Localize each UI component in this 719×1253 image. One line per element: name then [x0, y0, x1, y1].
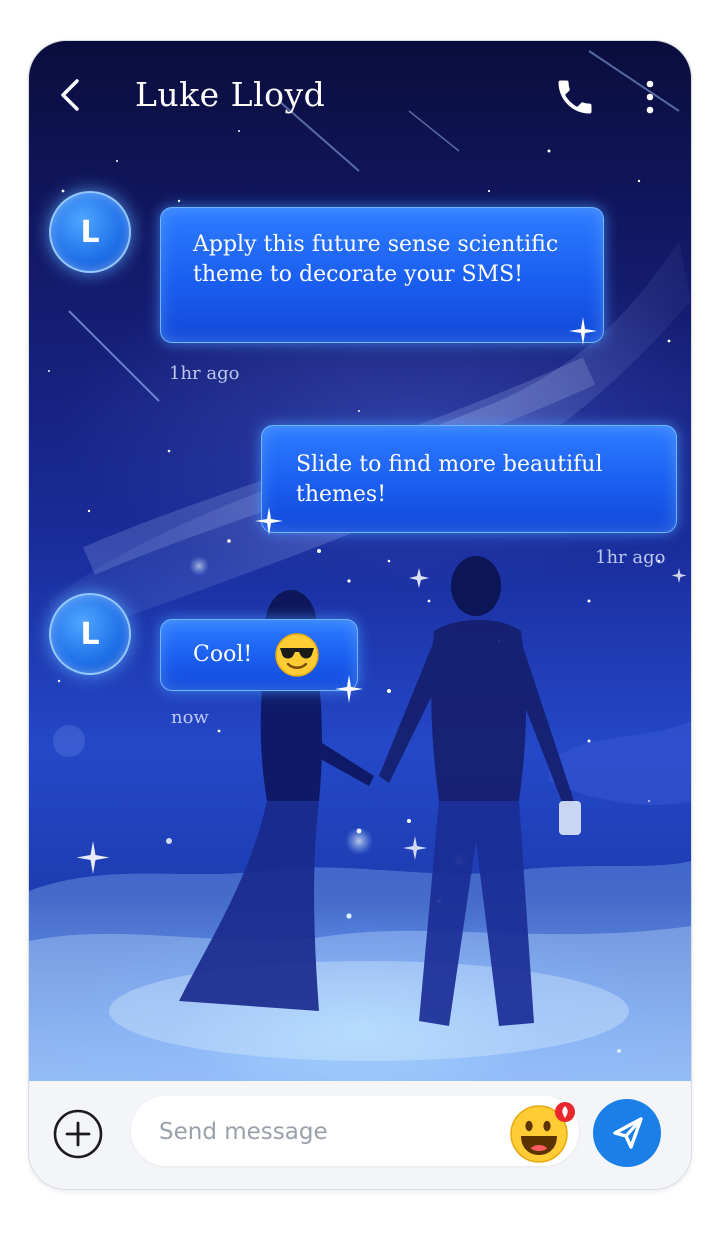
contact-name: Luke Lloyd — [135, 75, 326, 114]
message-composer — [29, 1081, 691, 1189]
chat-background: Luke Lloyd L Apply this future sense sci… — [29, 41, 691, 1081]
avatar[interactable]: L — [49, 593, 131, 675]
message-timestamp: 1hr ago — [169, 363, 240, 384]
message-bubble[interactable]: Cool! — [160, 619, 358, 691]
message-timestamp: 1hr ago — [595, 547, 666, 568]
message-bubble[interactable]: Slide to find more beautiful themes! — [261, 425, 677, 533]
chevron-left-icon[interactable] — [51, 73, 91, 117]
more-vertical-icon[interactable] — [635, 75, 665, 119]
sparkle-icon — [255, 507, 283, 535]
phone-frame: Luke Lloyd L Apply this future sense sci… — [28, 40, 692, 1190]
phone-icon[interactable] — [553, 75, 597, 119]
message-input[interactable] — [157, 1096, 491, 1168]
sparkle-icon — [569, 317, 597, 345]
message-timestamp: now — [171, 707, 209, 728]
message-text: Slide to find more beautiful themes! — [296, 452, 603, 507]
avatar[interactable]: L — [49, 191, 131, 273]
grinning-face-icon[interactable] — [509, 1100, 577, 1164]
plus-circle-icon[interactable] — [53, 1109, 103, 1159]
message-text: Apply this future sense scientific theme… — [193, 232, 559, 287]
sunglasses-emoji-icon — [275, 633, 319, 677]
message-bubble[interactable]: Apply this future sense scientific theme… — [160, 207, 604, 343]
message-text: Cool! — [193, 642, 253, 667]
night-sky-illustration — [29, 50, 691, 1081]
send-icon — [613, 1117, 643, 1149]
send-button[interactable] — [593, 1099, 661, 1167]
message-input-container — [131, 1096, 579, 1168]
sparkle-icon — [335, 675, 363, 703]
chat-header: Luke Lloyd — [29, 41, 691, 151]
